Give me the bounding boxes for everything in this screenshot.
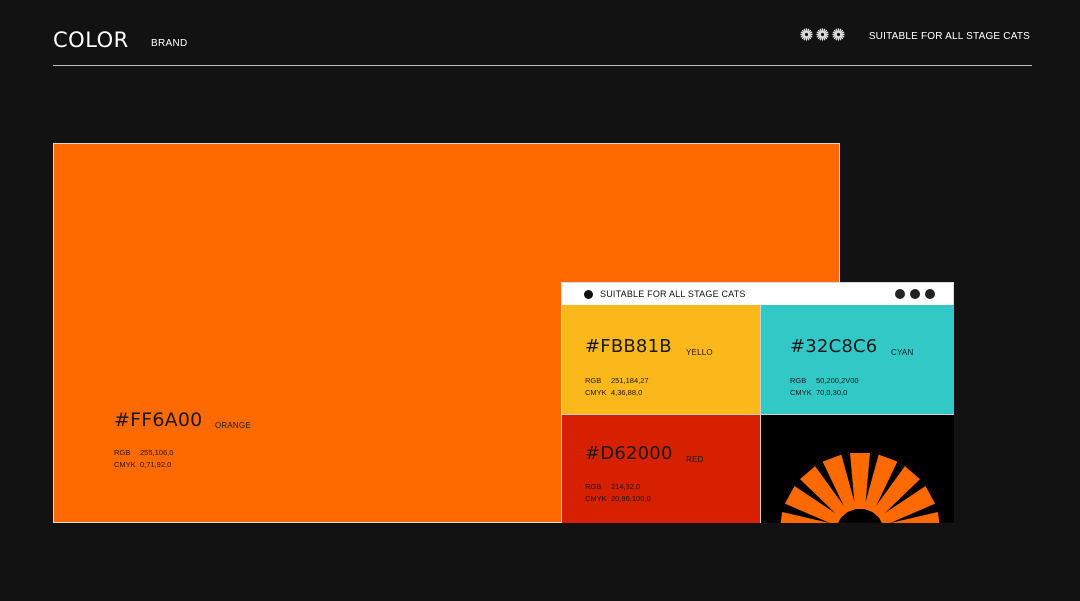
- sunburst-icon: [800, 28, 813, 41]
- swatch-hex: #FBB81B: [585, 336, 672, 357]
- tile-divider: [562, 414, 954, 415]
- window-dot-icon[interactable]: [910, 289, 920, 299]
- window-title-bar: SUITABLE FOR ALL STAGE CATS: [562, 283, 953, 305]
- header-tagline: SUITABLE FOR ALL STAGE CATS: [868, 31, 1030, 42]
- rgb-label: RGB: [114, 448, 131, 457]
- sunburst-icon: [816, 28, 829, 41]
- brand-color-page: COLOR BRAND SUITABLE FOR ALL STAGE CATS …: [0, 0, 1080, 601]
- swatch-hex: #FF6A00: [114, 409, 203, 431]
- red-swatch: #D62000 RED RGB 214,32,0 CMYK 20,96,100,0: [562, 415, 760, 523]
- rgb-value: 50,200,2V00: [816, 376, 859, 385]
- window-dot-icon[interactable]: [895, 289, 905, 299]
- cmyk-label: CMYK: [585, 494, 607, 503]
- rgb-label: RGB: [585, 376, 602, 385]
- cmyk-label: CMYK: [790, 388, 812, 397]
- swatch-specs: RGB 251,184,27 CMYK 4,36,88,0: [585, 375, 649, 399]
- cmyk-value: 4,36,88,0: [611, 388, 643, 397]
- swatch-specs: RGB 214,32,0 CMYK 20,96,100,0: [585, 481, 651, 505]
- bullet-icon: [584, 290, 593, 299]
- window-title: SUITABLE FOR ALL STAGE CATS: [600, 289, 746, 299]
- swatch-hex: #32C8C6: [790, 336, 878, 357]
- swatch-name: ORANGE: [215, 421, 251, 430]
- swatch-name: YELLO: [686, 348, 713, 357]
- swatch-name: RED: [686, 455, 704, 464]
- cyan-swatch: #32C8C6 CYAN RGB 50,200,2V00 CMYK 70,0,30,…: [761, 305, 954, 414]
- rgb-label: RGB: [585, 482, 602, 491]
- window-controls: [895, 289, 935, 299]
- rgb-value: 214,32,0: [611, 482, 641, 491]
- swatch-specs: RGB 50,200,2V00 CMYK 70,0,30,0: [790, 375, 859, 399]
- swatch-hex: #D62000: [585, 443, 673, 464]
- header-icon-group: [800, 28, 845, 41]
- cmyk-value: 70,0,30,0: [816, 388, 848, 397]
- window-dot-icon[interactable]: [925, 289, 935, 299]
- swatch-specs: RGB 255,106,0 CMYK 0,71,92,0: [114, 447, 173, 471]
- rgb-value: 255,106,0: [140, 448, 174, 457]
- color-window-card: SUITABLE FOR ALL STAGE CATS #FBB81B YELL…: [561, 282, 954, 523]
- sunburst-logo-icon: [780, 453, 940, 523]
- cmyk-value: 0,71,92,0: [140, 460, 172, 469]
- swatch-name: CYAN: [891, 348, 914, 357]
- sunburst-icon: [832, 28, 845, 41]
- rgb-value: 251,184,27: [611, 376, 649, 385]
- cmyk-label: CMYK: [114, 460, 136, 469]
- page-subtitle: BRAND: [151, 38, 188, 49]
- page-title: COLOR: [53, 28, 129, 52]
- logo-tile: [761, 415, 954, 523]
- rgb-label: RGB: [790, 376, 807, 385]
- yellow-swatch: #FBB81B YELLO RGB 251,184,27 CMYK 4,36,88,…: [562, 305, 760, 414]
- cmyk-value: 20,96,100,0: [611, 494, 651, 503]
- cmyk-label: CMYK: [585, 388, 607, 397]
- header-divider: [53, 65, 1032, 66]
